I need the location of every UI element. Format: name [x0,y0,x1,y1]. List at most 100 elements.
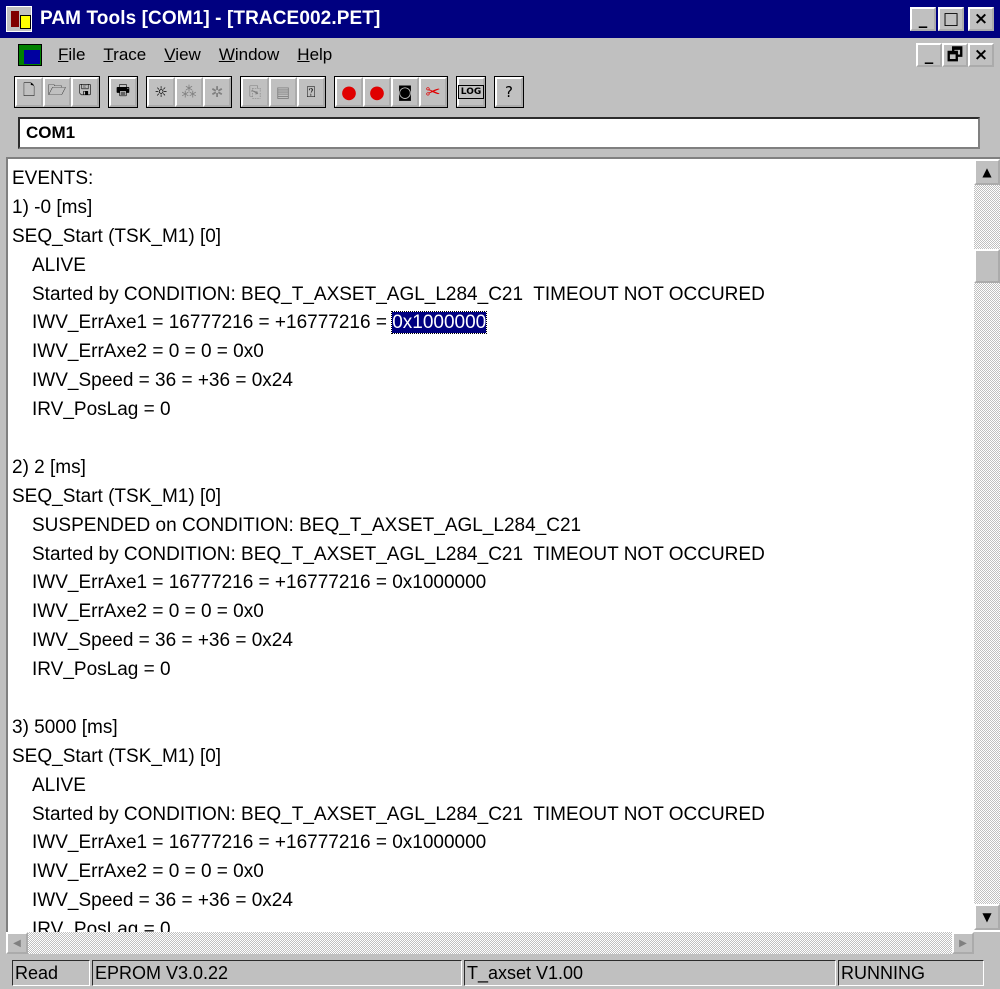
lamp-button[interactable]: ☼ [147,77,175,107]
vertical-scroll-thumb[interactable] [974,249,1000,283]
trace-line: IWV_ErrAxe1 = 16777216 = +16777216 = 0x1… [12,569,972,598]
trace-line: IWV_Speed = 36 = +36 = 0x24 [12,887,972,916]
scroll-right-button[interactable]: ▶ [952,932,974,954]
status-firmware: EPROM V3.0.22 [92,960,462,986]
doc-minimize-button[interactable]: _ [916,43,942,67]
trace-line-text: IWV_Speed = 36 = +36 = 0x24 [32,370,293,392]
export-button[interactable]: ⎘ [241,77,269,107]
title-bar[interactable]: PAM Tools [COM1] - [TRACE002.PET] _ □ × [0,0,1000,38]
menu-trace[interactable]: Trace [103,45,146,65]
scroll-down-button[interactable]: ▼ [974,904,1000,930]
traffic-light-button[interactable]: ⁂ [175,77,203,107]
trace-line: SUSPENDED on CONDITION: BEQ_T_AXSET_AGL_… [12,512,972,541]
trace-line: 3) 5000 [ms] [12,714,972,743]
menu-file[interactable]: File [58,45,85,65]
toolbar: 🗋 🗁 🖫 🖶 ☼ ⁂ ✲ ⎘ ▤ ⍰ ● ● ◙ ✂ LOG ? [14,74,532,110]
trace-line-text: 1) -0 [ms] [12,196,93,218]
log-icon: LOG [457,85,485,99]
trace-line: SEQ_Start (TSK_M1) [0] [12,743,972,772]
arrow-left-icon: ◀ [13,937,21,949]
trace-line-text: IWV_ErrAxe2 = 0 = 0 = 0x0 [32,601,264,623]
status-mode: Read [12,960,90,986]
close-button[interactable]: × [968,7,994,31]
doc-button[interactable]: ▤ [269,77,297,107]
tools-button[interactable]: ✂ [419,77,447,107]
trace-line: IWV_ErrAxe2 = 0 = 0 = 0x0 [12,598,972,627]
trace-line-text: IWV_ErrAxe2 = 0 = 0 = 0x0 [32,341,264,363]
open-button[interactable]: 🗁 [43,77,71,107]
trace-line-text: IRV_PosLag = 0 [32,399,171,421]
trace-line-text: SEQ_Start (TSK_M1) [0] [12,485,222,507]
selected-value[interactable]: 0x1000000 [391,311,488,335]
tools-icon: ✂ [425,81,441,103]
pam-tools-window: PAM Tools [COM1] - [TRACE002.PET] _ □ × … [0,0,1000,989]
cross-lamp-button[interactable]: ✲ [203,77,231,107]
menu-window[interactable]: Window [219,45,279,65]
print-button[interactable]: 🖶 [109,77,137,107]
status-state: RUNNING [838,960,984,986]
help-tool-group: ? [494,76,524,108]
context-help-button[interactable]: ⍰ [297,77,325,107]
trace-line: Started by CONDITION: BEQ_T_AXSET_AGL_L2… [12,801,972,830]
help-button[interactable]: ? [495,77,523,107]
record-button[interactable]: ● [363,77,391,107]
horizontal-scrollbar[interactable]: ◀ ▶ [6,932,974,954]
record-tool-group: ● ● ◙ ✂ [334,76,448,108]
trace-line: ALIVE [12,772,972,801]
trace-line-text: IWV_ErrAxe1 = 16777216 = +16777216 = 0x1… [32,572,487,594]
trace-line: IWV_Speed = 36 = +36 = 0x24 [12,627,972,656]
arrow-down-icon: ▼ [982,910,992,924]
file-tool-group: 🗋 🗁 🖫 [14,76,100,108]
trace-line: Started by CONDITION: BEQ_T_AXSET_AGL_L2… [12,541,972,570]
window-title: PAM Tools [COM1] - [TRACE002.PET] [40,8,381,29]
print-tool-group: 🖶 [108,76,138,108]
log-button[interactable]: LOG [457,77,485,107]
trace-text: EVENTS: 1) -0 [ms] SEQ_Start (TSK_M1) [0] A… [12,165,972,945]
trace-line: SEQ_Start (TSK_M1) [0] [12,483,972,512]
trace-line: IRV_PosLag = 0 [12,396,972,425]
print-icon: 🖶 [115,80,131,99]
save-button[interactable]: 🖫 [71,77,99,107]
trace-line-text: IWV_Speed = 36 = +36 = 0x24 [32,890,293,912]
menu-help[interactable]: Help [297,45,332,65]
export-icon: ⎘ [248,83,261,101]
com-port-field[interactable]: COM1 [18,117,980,149]
trace-line: IWV_ErrAxe1 = 16777216 = +16777216 = 0x1… [12,829,972,858]
trace-line-text: 2) 2 [ms] [12,456,86,478]
context-help-icon: ⍰ [306,83,316,101]
stop-record-button[interactable]: ● [335,77,363,107]
doc-close-button[interactable]: × [968,43,994,67]
trace-line: 1) -0 [ms] [12,194,972,223]
menu-view[interactable]: View [164,45,201,65]
trace-line-text: IWV_Speed = 36 = +36 = 0x24 [32,630,293,652]
trace-line-text: IWV_ErrAxe1 = 16777216 = +16777216 = 0x1… [32,832,487,854]
scroll-left-button[interactable]: ◀ [6,932,28,954]
minimize-button[interactable]: _ [910,7,936,31]
doc-restore-button[interactable]: 🗗 [942,43,968,67]
trace-line-text: SEQ_Start (TSK_M1) [0] [12,225,222,247]
trace-line-text: ALIVE [32,254,86,276]
trace-line: ALIVE [12,252,972,281]
status-program: T_axset V1.00 [464,960,836,986]
trace-line-text: SEQ_Start (TSK_M1) [0] [12,745,222,767]
trace-line: IWV_ErrAxe2 = 0 = 0 = 0x0 [12,858,972,887]
trace-line: IRV_PosLag = 0 [12,656,972,685]
doc-icon: ▤ [275,83,291,101]
trace-line-text: IWV_ErrAxe1 = 16777216 = +16777216 = [32,312,393,334]
trace-line-text: Started by CONDITION: BEQ_T_AXSET_AGL_L2… [32,803,765,825]
document-window-icon[interactable] [18,42,48,68]
log-tool-group: LOG [456,76,486,108]
status-bar: Read EPROM V3.0.22 T_axset V1.00 RUNNING [0,957,1000,989]
camera-button[interactable]: ◙ [391,77,419,107]
trace-line [12,685,972,714]
trace-line [12,425,972,454]
trace-view[interactable]: EVENTS: 1) -0 [ms] SEQ_Start (TSK_M1) [0] A… [6,157,1000,940]
scroll-up-button[interactable]: ▲ [974,159,1000,185]
app-icon[interactable] [6,6,32,32]
trace-line: EVENTS: [12,165,972,194]
maximize-button[interactable]: □ [938,7,964,31]
save-disk-icon: 🖫 [78,80,92,99]
vertical-scrollbar[interactable]: ▲ ▼ [974,159,1000,930]
trace-line-text: SUSPENDED on CONDITION: BEQ_T_AXSET_AGL_… [32,514,582,536]
new-file-button[interactable]: 🗋 [15,77,43,107]
